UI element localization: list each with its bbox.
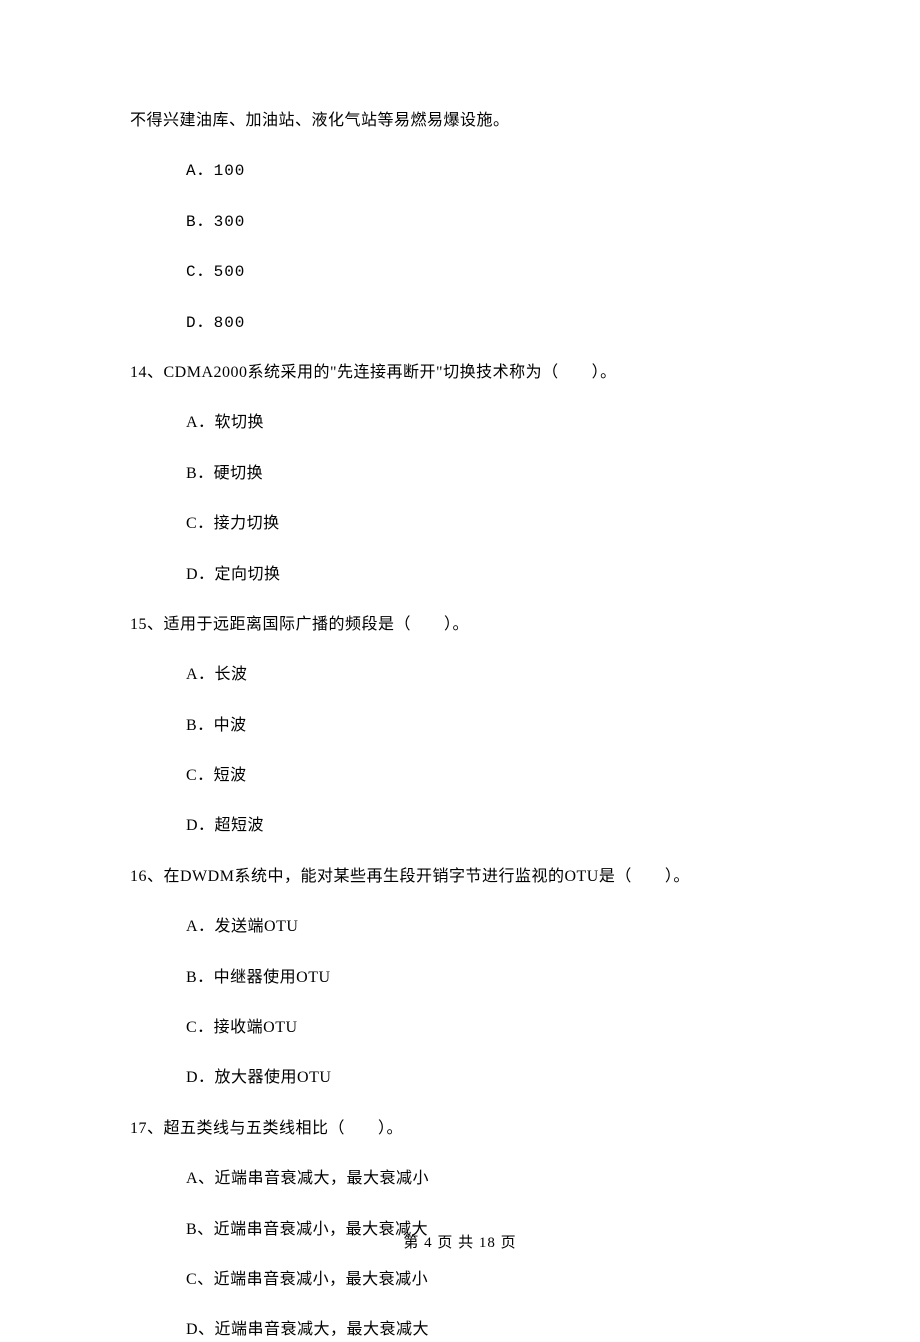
question-16: 16、在DWDM系统中，能对某些再生段开销字节进行监视的OTU是（ ）。 A．发… — [130, 866, 790, 1090]
option-d: D、近端串音衰减大，最大衰减大 — [186, 1319, 790, 1341]
option-a: A．长波 — [186, 664, 790, 686]
question-14: 14、CDMA2000系统采用的"先连接再断开"切换技术称为（ ）。 A．软切换… — [130, 362, 790, 586]
option-b: B．中继器使用OTU — [186, 967, 790, 989]
option-d: D．放大器使用OTU — [186, 1067, 790, 1089]
question-17: 17、超五类线与五类线相比（ ）。 A、近端串音衰减大，最大衰减小 B、近端串音… — [130, 1118, 790, 1342]
option-c: C、近端串音衰减小，最大衰减小 — [186, 1269, 790, 1291]
option-c: C．接收端OTU — [186, 1017, 790, 1039]
option-a: A、近端串音衰减大，最大衰减小 — [186, 1168, 790, 1190]
option-b: B．中波 — [186, 715, 790, 737]
page-content: 不得兴建油库、加油站、液化气站等易燃易爆设施。 A．100 B．300 C．50… — [0, 0, 920, 1342]
option-a: A．发送端OTU — [186, 916, 790, 938]
option-a: A．软切换 — [186, 412, 790, 434]
question-16-text: 16、在DWDM系统中，能对某些再生段开销字节进行监视的OTU是（ ）。 — [130, 866, 790, 888]
question-14-text: 14、CDMA2000系统采用的"先连接再断开"切换技术称为（ ）。 — [130, 362, 790, 384]
option-d: D．定向切换 — [186, 564, 790, 586]
question-15-text: 15、适用于远距离国际广播的频段是（ ）。 — [130, 614, 790, 636]
question-17-text: 17、超五类线与五类线相比（ ）。 — [130, 1118, 790, 1140]
option-c: C．短波 — [186, 765, 790, 787]
page-footer: 第 4 页 共 18 页 — [0, 1233, 920, 1254]
option-c: C．500 — [186, 261, 790, 283]
question-13-options: A．100 B．300 C．500 D．800 — [130, 160, 790, 334]
option-c: C．接力切换 — [186, 513, 790, 535]
option-b: B．硬切换 — [186, 463, 790, 485]
option-d: D．800 — [186, 312, 790, 334]
option-b: B．300 — [186, 211, 790, 233]
option-d: D．超短波 — [186, 815, 790, 837]
option-a: A．100 — [186, 160, 790, 182]
question-15: 15、适用于远距离国际广播的频段是（ ）。 A．长波 B．中波 C．短波 D．超… — [130, 614, 790, 838]
question-13-continuation: 不得兴建油库、加油站、液化气站等易燃易爆设施。 — [130, 110, 790, 132]
